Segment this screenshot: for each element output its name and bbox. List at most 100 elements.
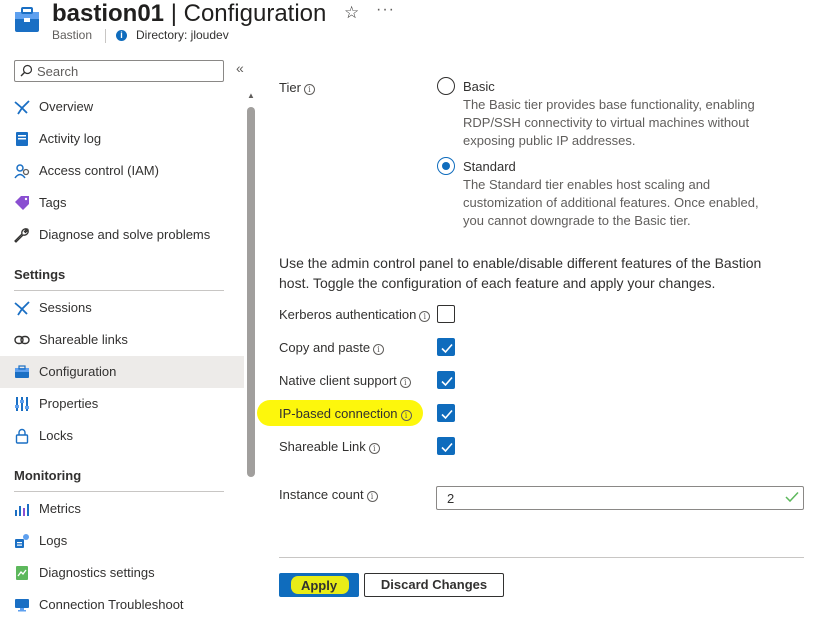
sidebar-item-label: Activity log xyxy=(39,131,102,146)
checkmark-icon xyxy=(441,442,453,453)
sidebar-item-label: Diagnostics settings xyxy=(39,565,155,580)
sidebar-item-label: Properties xyxy=(39,396,99,411)
tier-standard-radio[interactable] xyxy=(437,157,455,175)
sidebar-item-sessions[interactable]: Sessions xyxy=(0,292,244,324)
scrollbar-thumb[interactable] xyxy=(247,107,255,477)
troubleshoot-icon xyxy=(13,596,31,614)
feature-label-text: IP-based connection xyxy=(279,406,398,421)
sidebar-item-label: Shareable links xyxy=(39,332,128,347)
page-title: bastion01 | Configuration xyxy=(52,0,326,28)
sidebar-item-activity-log[interactable]: Activity log xyxy=(0,123,244,155)
title-separator: | xyxy=(170,0,177,27)
bastion-icon xyxy=(15,7,39,32)
shareable-link-checkbox[interactable] xyxy=(437,437,455,455)
wrench-icon xyxy=(13,226,31,244)
link-icon xyxy=(13,331,31,349)
activity-log-icon xyxy=(13,130,31,148)
sidebar-item-label: Access control (IAM) xyxy=(39,163,159,178)
properties-icon xyxy=(13,395,31,413)
section-heading-monitoring: Monitoring xyxy=(14,468,82,483)
search-box[interactable] xyxy=(14,60,224,82)
sidebar-item-metrics[interactable]: Metrics xyxy=(0,493,244,525)
tag-icon xyxy=(13,194,31,212)
tier-label-text: Tier xyxy=(279,80,301,95)
checkmark-icon xyxy=(441,376,453,387)
tier-label: Tier i xyxy=(279,80,315,95)
section-divider xyxy=(14,491,224,492)
sidebar-item-diagnostics-settings[interactable]: Diagnostics settings xyxy=(0,557,244,589)
search-input[interactable] xyxy=(37,62,217,80)
sidebar-item-logs[interactable]: Logs xyxy=(0,525,244,557)
ellipsis-icon[interactable]: ··· xyxy=(376,1,395,19)
sidebar-item-overview[interactable]: Overview xyxy=(0,91,244,123)
feature-label-ip-connection: IP-based connection i xyxy=(279,406,412,421)
checkmark-icon xyxy=(441,409,453,420)
feature-label-text: Kerberos authentication xyxy=(279,307,417,322)
info-icon: i xyxy=(116,30,127,41)
feature-label-text: Shareable Link xyxy=(279,439,366,454)
sidebar-item-properties[interactable]: Properties xyxy=(0,388,244,420)
discard-changes-button[interactable]: Discard Changes xyxy=(364,573,504,597)
scroll-up-icon[interactable]: ▲ xyxy=(247,91,255,100)
native-client-checkbox[interactable] xyxy=(437,371,455,389)
checkmark-icon xyxy=(441,343,453,354)
sidebar-item-label: Overview xyxy=(39,99,94,114)
tier-basic-description: The Basic tier provides base functionali… xyxy=(463,97,755,148)
footer-divider xyxy=(279,557,804,558)
sidebar-item-label: Sessions xyxy=(39,300,92,315)
feature-label-text: Copy and paste xyxy=(279,340,371,355)
tier-standard-label: Standard xyxy=(463,159,516,174)
sidebar-item-connection-troubleshoot[interactable]: Connection Troubleshoot xyxy=(0,589,244,618)
sidebar-item-label: Connection Troubleshoot xyxy=(39,597,184,612)
info-icon: i xyxy=(373,344,385,355)
kerberos-checkbox[interactable] xyxy=(437,305,455,323)
collapse-menu-icon[interactable]: « xyxy=(236,60,244,76)
directory-label: Directory: jloudev xyxy=(136,28,229,42)
info-icon: i xyxy=(368,443,380,454)
sidebar-item-label: Diagnose and solve problems xyxy=(39,227,211,242)
info-icon: i xyxy=(303,84,315,95)
overview-icon xyxy=(13,98,31,116)
info-icon: i xyxy=(399,377,411,388)
sidebar-item-label: Locks xyxy=(39,428,73,443)
resource-menu: « Overview Activity log Access control (… xyxy=(0,55,260,618)
section-heading-settings: Settings xyxy=(14,267,66,282)
feature-label-native-client: Native client support i xyxy=(279,373,411,388)
star-icon[interactable]: ☆ xyxy=(344,3,359,23)
instance-count-input[interactable] xyxy=(436,486,804,510)
resource-type: Bastion xyxy=(52,28,93,42)
configuration-icon xyxy=(13,363,31,381)
search-icon xyxy=(20,64,33,77)
lock-icon xyxy=(13,427,31,445)
ip-connection-checkbox[interactable] xyxy=(437,404,455,422)
sidebar-item-iam[interactable]: Access control (IAM) xyxy=(0,155,244,187)
feature-label-kerberos: Kerberos authentication i xyxy=(279,307,431,322)
feature-label-shareable-link: Shareable Link i xyxy=(279,439,380,454)
apply-button[interactable]: Apply xyxy=(279,573,359,597)
subtitle-divider xyxy=(105,29,106,43)
copy-paste-checkbox[interactable] xyxy=(437,338,455,356)
metrics-icon xyxy=(13,500,31,518)
sidebar-item-locks[interactable]: Locks xyxy=(0,420,244,452)
apply-button-label: Apply xyxy=(300,578,338,593)
logs-icon xyxy=(13,532,31,550)
instance-count-label: Instance count i xyxy=(279,487,378,502)
sidebar-item-configuration[interactable]: Configuration xyxy=(0,356,244,388)
sidebar-item-shareable-links[interactable]: Shareable links xyxy=(0,324,244,356)
sidebar-item-label: Tags xyxy=(39,195,67,210)
tier-basic-label: Basic xyxy=(463,79,495,94)
diagnostics-icon xyxy=(13,564,31,582)
info-icon: i xyxy=(400,410,412,421)
admin-panel-description: Use the admin control panel to enable/di… xyxy=(279,255,762,291)
section-divider xyxy=(14,290,224,291)
blade-title: Configuration xyxy=(183,0,327,27)
iam-icon xyxy=(13,162,31,180)
page-header: bastion01 | Configuration ☆ ··· Bastion … xyxy=(0,0,828,50)
resource-name: bastion01 xyxy=(52,0,165,27)
sidebar-item-diagnose[interactable]: Diagnose and solve problems xyxy=(0,219,244,251)
sidebar-item-tags[interactable]: Tags xyxy=(0,187,244,219)
sidebar-scrollbar[interactable]: ▲ xyxy=(246,91,256,618)
sidebar-item-label: Configuration xyxy=(39,364,117,379)
valid-check-icon xyxy=(785,491,799,503)
tier-basic-radio[interactable] xyxy=(437,77,455,95)
